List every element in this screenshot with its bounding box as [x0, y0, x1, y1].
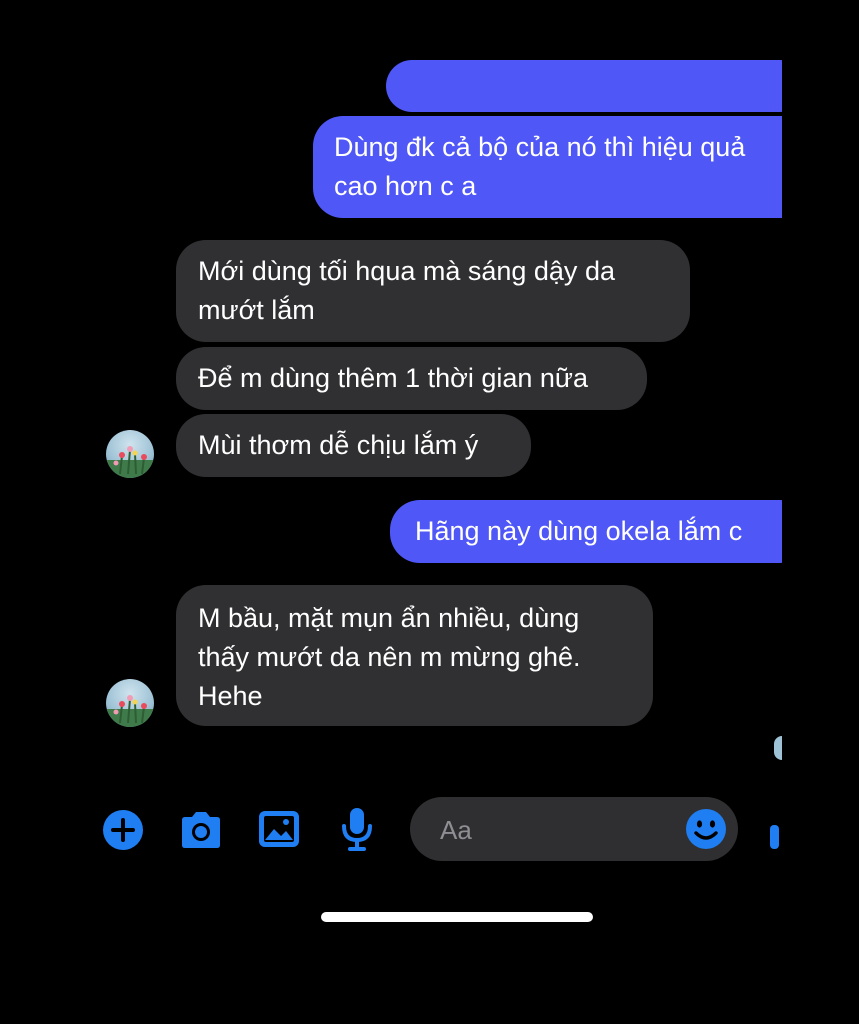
- camera-icon[interactable]: [178, 810, 224, 850]
- outgoing-message[interactable]: Hãng này dùng okela lắm c: [390, 500, 782, 563]
- like-button[interactable]: [770, 825, 779, 849]
- photo-icon[interactable]: [258, 810, 300, 848]
- contact-avatar[interactable]: [106, 679, 154, 727]
- incoming-message[interactable]: M bầu, mặt mụn ẩn nhiều, dùng thấy mướt …: [176, 585, 653, 726]
- incoming-message[interactable]: Mới dùng tối hqua mà sáng dậy da mướt lắ…: [176, 240, 690, 342]
- message-input[interactable]: [438, 797, 672, 863]
- home-indicator[interactable]: [321, 912, 593, 922]
- incoming-message[interactable]: Mùi thơm dễ chịu lắm ý: [176, 414, 531, 477]
- outgoing-message[interactable]: Dùng đk cả bộ của nó thì hiệu quả cao hơ…: [313, 116, 782, 218]
- message-input-box[interactable]: [410, 797, 738, 863]
- seen-avatar: [774, 736, 782, 760]
- microphone-icon[interactable]: [340, 806, 374, 852]
- contact-avatar[interactable]: [106, 430, 154, 478]
- message-thread[interactable]: Dùng đk cả bộ của nó thì hiệu quả cao hơ…: [0, 0, 782, 790]
- plus-icon[interactable]: [102, 809, 144, 851]
- emoji-icon[interactable]: [685, 808, 727, 850]
- incoming-message[interactable]: Để m dùng thêm 1 thời gian nữa: [176, 347, 647, 410]
- outgoing-message[interactable]: [386, 60, 782, 112]
